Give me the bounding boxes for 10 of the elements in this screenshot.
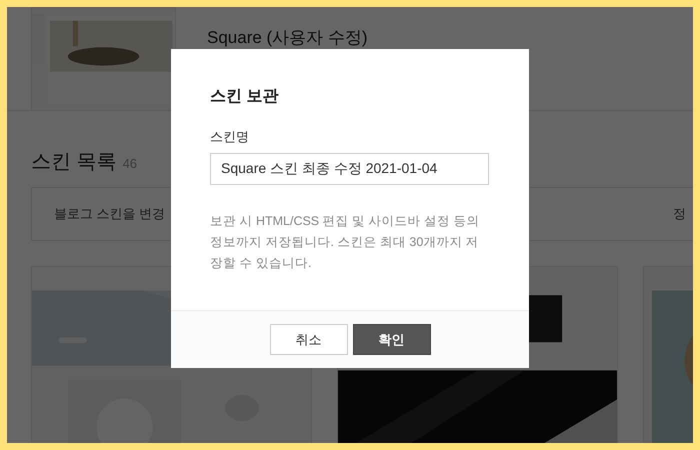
confirm-button[interactable]: 확인 (352, 324, 430, 355)
cancel-button[interactable]: 취소 (270, 324, 348, 355)
notice-text: 블로그 스킨을 변경 (54, 205, 166, 224)
section-title: 스킨 목록 (31, 150, 117, 175)
skin-name: Square (사용자 수정) (207, 27, 368, 49)
dialog-title: 스킨 보관 (210, 87, 280, 107)
input-field[interactable]: Square 스킨 최종 수정 2021-01-04 (210, 152, 489, 184)
description-text: 보관 시 HTML/CSS 편집 및 사이드바 설정 등의 정보까지 저장됩니다. 스킨은 최대 30개까지 저장할 수 있습니다. (210, 212, 481, 272)
notice-text: 정 (673, 205, 686, 224)
field-label: 스킨명 (210, 128, 250, 146)
